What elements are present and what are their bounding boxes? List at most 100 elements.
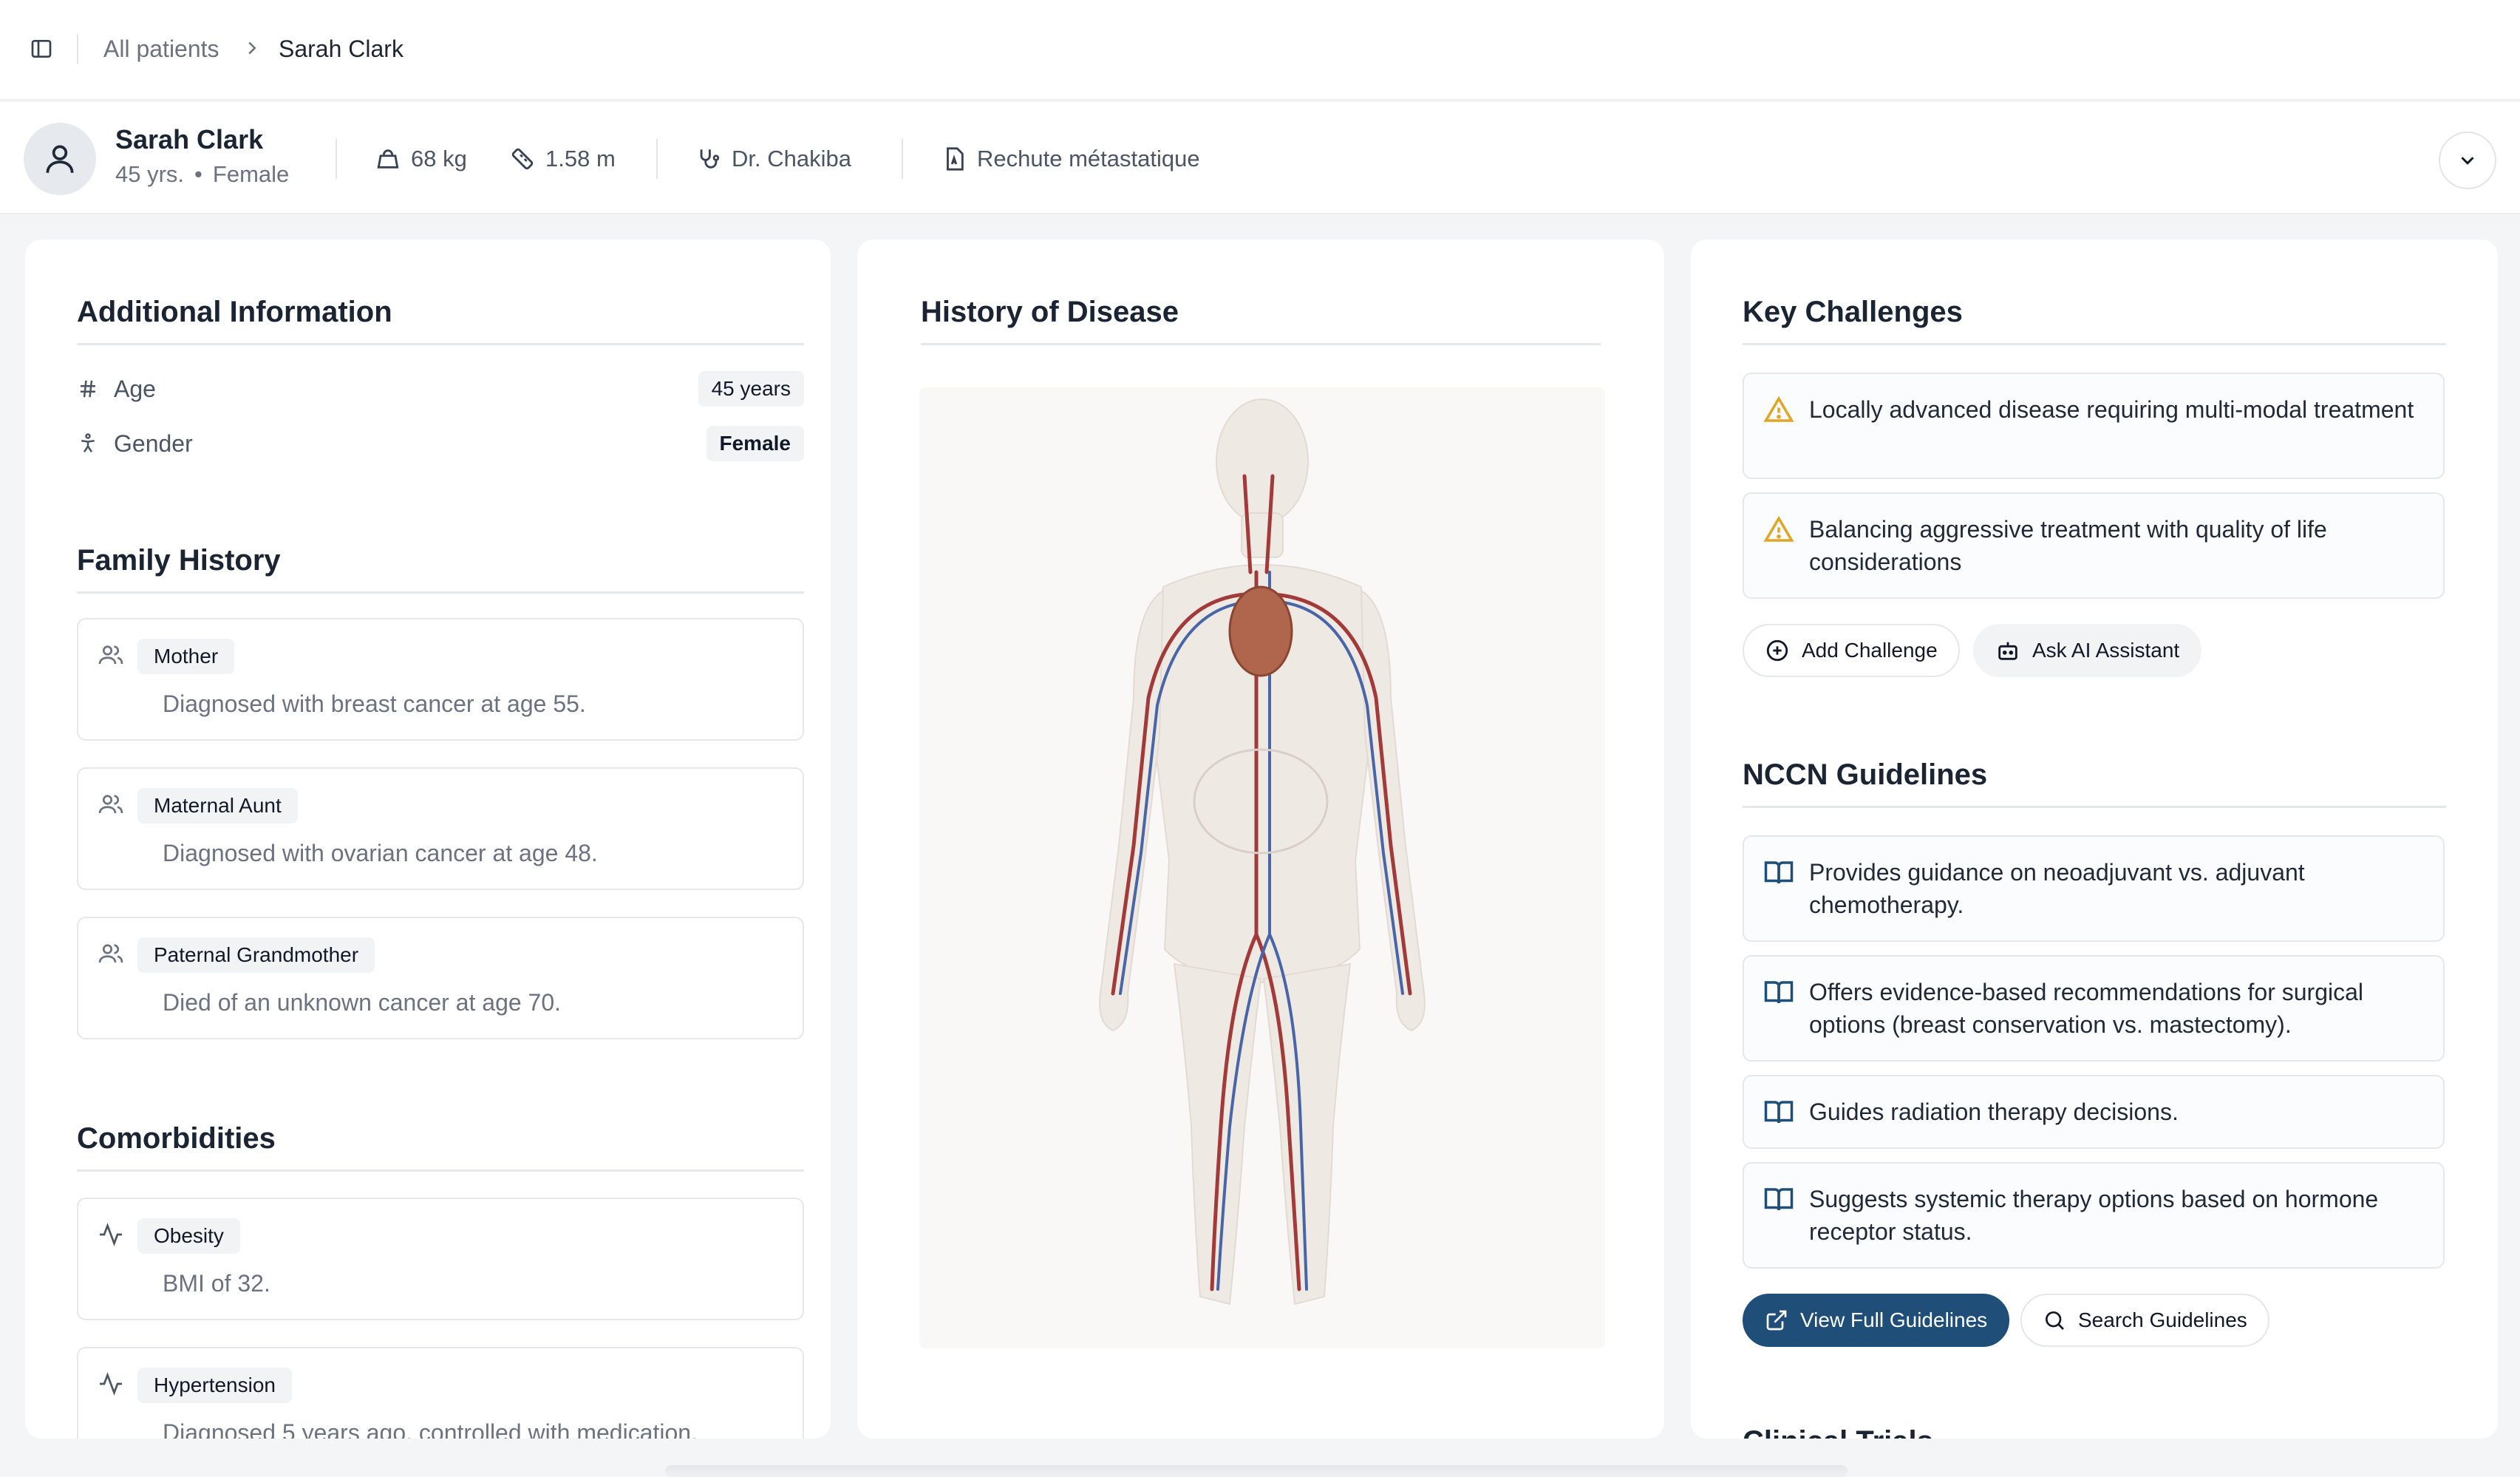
section-divider	[1743, 343, 2446, 345]
comorbidity-description: BMI of 32.	[163, 1270, 270, 1297]
patient-doctor: Dr. Chakiba	[696, 142, 851, 176]
diagnosis-value: Rechute métastatique	[977, 146, 1200, 172]
hash-icon	[81, 380, 95, 398]
activity-icon	[100, 1223, 122, 1246]
challenge-item: Balancing aggressive treatment with qual…	[1743, 492, 2445, 599]
info-label: Gender	[114, 429, 193, 457]
sidebar-toggle-button[interactable]	[28, 35, 55, 62]
patient-header: Sarah Clark 45 yrs. • Female 68 kg 1.58 m …	[0, 102, 2520, 214]
comorbidity-item: Obesity BMI of 32.	[77, 1198, 804, 1320]
ask-ai-label: Ask AI Assistant	[2032, 639, 2180, 662]
view-guidelines-label: View Full Guidelines	[1800, 1308, 1988, 1331]
info-row-gender: Gender Female	[77, 424, 804, 463]
info-value-badge: 45 years	[698, 371, 804, 407]
patient-diagnosis: Rechute métastatique	[941, 142, 1200, 176]
family-history-title: Family History	[77, 544, 281, 577]
warning-icon	[1763, 515, 1794, 542]
relation-description: Diagnosed with breast cancer at age 55.	[163, 690, 586, 717]
breadcrumb-all-patients[interactable]: All patients	[103, 33, 219, 65]
stethoscope-icon	[700, 149, 720, 169]
separator-dot: •	[194, 161, 202, 187]
book-open-icon	[1764, 861, 1794, 884]
users-icon	[98, 645, 123, 665]
activity-icon	[100, 1372, 122, 1396]
relation-tag: Maternal Aunt	[137, 788, 298, 824]
chevron-right-icon	[248, 41, 256, 55]
guideline-item: Offers evidence-based recommendations fo…	[1743, 955, 2445, 1062]
weight-icon	[377, 149, 399, 169]
comorbidity-tag: Obesity	[137, 1218, 240, 1254]
book-open-icon	[1764, 1188, 1794, 1211]
challenge-text: Balancing aggressive treatment with qual…	[1809, 516, 2327, 575]
comorbidity-tag: Hypertension	[137, 1368, 292, 1403]
clinical-trials-title: Clinical Trials	[1743, 1425, 1933, 1439]
patient-weight: 68 kg	[375, 142, 467, 176]
insights-panel: Key Challenges Locally advanced disease …	[1691, 240, 2498, 1439]
document-icon	[947, 147, 964, 171]
ruler-icon	[511, 148, 534, 170]
toolbar-divider	[77, 34, 78, 64]
history-of-disease-panel: History of Disease	[857, 240, 1664, 1439]
info-row-age: Age 45 years	[77, 370, 804, 408]
expand-header-button[interactable]	[2439, 132, 2496, 189]
patient-age: 45 yrs.	[115, 161, 185, 187]
circulatory-system-illustration	[1099, 398, 1426, 1305]
guideline-text: Suggests systemic therapy options based …	[1809, 1186, 2379, 1245]
comorbidities-title: Comorbidities	[77, 1122, 276, 1155]
anatomy-viewer[interactable]	[919, 387, 1605, 1348]
search-icon	[2046, 1311, 2064, 1330]
add-challenge-button[interactable]: Add Challenge	[1743, 624, 1960, 677]
guideline-item: Suggests systemic therapy options based …	[1743, 1162, 2445, 1269]
relation-description: Diagnosed with ovarian cancer at age 48.	[163, 840, 598, 866]
key-challenges-title: Key Challenges	[1743, 296, 1963, 328]
patient-name: Sarah Clark	[115, 124, 264, 155]
comorbidity-item: Hypertension Diagnosed 5 years ago, cont…	[77, 1347, 804, 1439]
search-guidelines-button[interactable]: Search Guidelines	[2020, 1294, 2269, 1347]
guideline-item: Guides radiation therapy decisions.	[1743, 1075, 2445, 1149]
challenge-text: Locally advanced disease requiring multi…	[1809, 396, 2414, 423]
section-divider	[921, 343, 1601, 345]
chevron-down-icon	[2461, 157, 2474, 165]
users-icon	[98, 795, 123, 814]
avatar	[24, 123, 96, 195]
person-icon	[81, 433, 95, 452]
ask-ai-assistant-button[interactable]: Ask AI Assistant	[1973, 624, 2202, 677]
nccn-guidelines-title: NCCN Guidelines	[1743, 758, 1988, 791]
guideline-text: Provides guidance on neoadjuvant vs. adj…	[1809, 859, 2305, 918]
warning-icon	[1763, 395, 1794, 422]
patient-details-panel: Additional Information Age 45 years Gend…	[25, 240, 831, 1439]
users-icon	[98, 944, 123, 963]
user-icon	[46, 145, 74, 173]
search-guidelines-label: Search Guidelines	[2078, 1308, 2247, 1331]
breadcrumb-current: Sarah Clark	[279, 35, 403, 62]
plus-circle-icon	[1766, 639, 1788, 662]
scroll-shadow	[665, 1465, 1848, 1477]
weight-value: 68 kg	[411, 146, 467, 172]
view-full-guidelines-button[interactable]: View Full Guidelines	[1743, 1294, 2010, 1347]
relation-tag: Mother	[137, 639, 235, 674]
header-divider	[656, 139, 658, 179]
family-history-item: Paternal Grandmother Died of an unknown …	[77, 917, 804, 1039]
info-value-badge: Female	[706, 426, 804, 461]
book-open-icon	[1764, 981, 1794, 1004]
doctor-value: Dr. Chakiba	[732, 146, 851, 172]
section-divider	[77, 1169, 804, 1172]
relation-description: Died of an unknown cancer at age 70.	[163, 989, 562, 1016]
info-label: Age	[114, 375, 156, 402]
section-divider	[77, 591, 804, 594]
patient-gender: Female	[212, 161, 290, 187]
sidebar-toggle-icon	[31, 40, 52, 58]
header-divider	[336, 139, 337, 179]
relation-tag: Paternal Grandmother	[137, 937, 375, 973]
challenge-item: Locally advanced disease requiring multi…	[1743, 373, 2445, 479]
guideline-text: Guides radiation therapy decisions.	[1809, 1099, 2179, 1125]
patient-height: 1.58 m	[510, 142, 616, 176]
section-divider	[77, 343, 804, 345]
family-history-item: Mother Diagnosed with breast cancer at a…	[77, 618, 804, 741]
section-divider	[1743, 806, 2446, 808]
book-open-icon	[1764, 1101, 1794, 1124]
external-link-icon	[1766, 1310, 1787, 1331]
patient-subtitle: 45 yrs. • Female	[115, 161, 289, 188]
guideline-text: Offers evidence-based recommendations fo…	[1809, 979, 2363, 1038]
additional-info-title: Additional Information	[77, 296, 392, 328]
